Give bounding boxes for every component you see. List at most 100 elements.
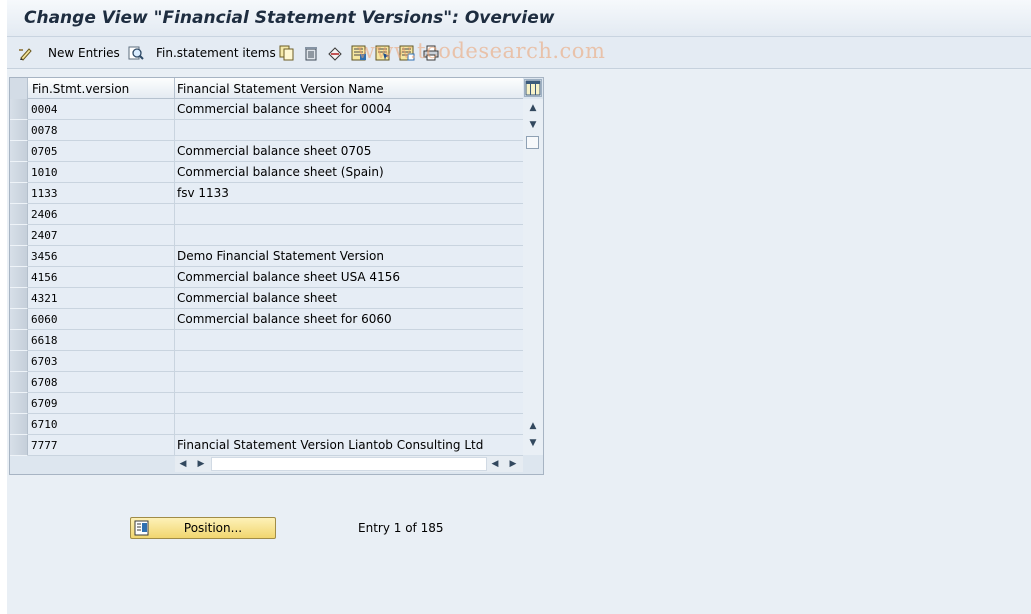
- cell-fin-stmt-version[interactable]: 1010: [28, 162, 175, 183]
- row-selector[interactable]: [10, 120, 28, 141]
- column-configuration-button[interactable]: [524, 79, 542, 97]
- delete-button[interactable]: [303, 43, 319, 63]
- new-entries-label: New Entries: [48, 46, 120, 60]
- scroll-left-end-icon[interactable]: ◀: [489, 458, 501, 470]
- table-row[interactable]: 6703: [10, 351, 523, 372]
- cell-fin-stmt-version[interactable]: 0004: [28, 99, 175, 120]
- scroll-down-icon[interactable]: ▼: [527, 119, 539, 131]
- scroll-right-end-icon[interactable]: ▶: [507, 458, 519, 470]
- cell-fin-stmt-version[interactable]: 2407: [28, 225, 175, 246]
- column-header-fin-stmt-version[interactable]: Fin.Stmt.version: [28, 78, 175, 99]
- cell-fin-stmt-version[interactable]: 6618: [28, 330, 175, 351]
- table-row[interactable]: 1133 fsv 1133: [10, 183, 523, 204]
- scroll-page-down-icon[interactable]: ▼: [527, 437, 539, 449]
- cell-fsv-name[interactable]: [175, 414, 523, 435]
- cell-fin-stmt-version[interactable]: 4156: [28, 267, 175, 288]
- scroll-up-icon[interactable]: ▲: [527, 102, 539, 114]
- cell-fsv-name[interactable]: Demo Financial Statement Version: [175, 246, 523, 267]
- table-row[interactable]: 6060 Commercial balance sheet for 6060: [10, 309, 523, 330]
- column-header-fsv-name[interactable]: Financial Statement Version Name: [175, 78, 523, 99]
- table-row[interactable]: 6710: [10, 414, 523, 435]
- cell-fsv-name[interactable]: [175, 351, 523, 372]
- scroll-left-icon[interactable]: ◀: [177, 458, 189, 470]
- cell-fsv-name[interactable]: [175, 120, 523, 141]
- cell-fin-stmt-version[interactable]: 7777: [28, 435, 175, 456]
- cell-fin-stmt-version[interactable]: 1133: [28, 183, 175, 204]
- cell-fin-stmt-version[interactable]: 4321: [28, 288, 175, 309]
- details-button[interactable]: [128, 43, 144, 63]
- cell-fin-stmt-version[interactable]: 0078: [28, 120, 175, 141]
- row-selector[interactable]: [10, 246, 28, 267]
- cell-fin-stmt-version[interactable]: 2406: [28, 204, 175, 225]
- cell-fsv-name[interactable]: [175, 330, 523, 351]
- row-selector[interactable]: [10, 204, 28, 225]
- table-row[interactable]: 3456 Demo Financial Statement Version: [10, 246, 523, 267]
- scroll-page-up-icon[interactable]: ▲: [527, 420, 539, 432]
- cell-fsv-name[interactable]: Financial Statement Version Liantob Cons…: [175, 435, 523, 456]
- row-selector[interactable]: [10, 288, 28, 309]
- cell-fsv-name[interactable]: [175, 393, 523, 414]
- cell-fsv-name[interactable]: Commercial balance sheet: [175, 288, 523, 309]
- row-selector[interactable]: [10, 393, 28, 414]
- cell-fsv-name[interactable]: [175, 225, 523, 246]
- cell-fin-stmt-version[interactable]: 3456: [28, 246, 175, 267]
- cell-fsv-name[interactable]: Commercial balance sheet 0705: [175, 141, 523, 162]
- position-icon: [134, 520, 149, 536]
- copy-as-button[interactable]: [279, 43, 295, 63]
- table-row[interactable]: 2406: [10, 204, 523, 225]
- page-title: Change View "Financial Statement Version…: [24, 8, 555, 28]
- undo-change-button[interactable]: [327, 43, 343, 63]
- horizontal-scrollbar[interactable]: ◀ ▶ ◀ ▶: [175, 456, 523, 472]
- table-row[interactable]: 6709: [10, 393, 523, 414]
- cell-fsv-name[interactable]: [175, 372, 523, 393]
- cell-fsv-name[interactable]: [175, 204, 523, 225]
- change-display-button[interactable]: [18, 43, 34, 63]
- row-selector[interactable]: [10, 309, 28, 330]
- table-row[interactable]: 7777 Financial Statement Version Liantob …: [10, 435, 523, 456]
- row-selector[interactable]: [10, 414, 28, 435]
- row-selector[interactable]: [10, 225, 28, 246]
- row-selector[interactable]: [10, 141, 28, 162]
- scroll-right-icon[interactable]: ▶: [195, 458, 207, 470]
- row-selector[interactable]: [10, 183, 28, 204]
- row-selector[interactable]: [10, 351, 28, 372]
- cell-fsv-name[interactable]: Commercial balance sheet (Spain): [175, 162, 523, 183]
- new-entries-button[interactable]: New Entries: [48, 43, 120, 63]
- table-row[interactable]: 0004 Commercial balance sheet for 0004: [10, 99, 523, 120]
- cell-fin-stmt-version[interactable]: 6703: [28, 351, 175, 372]
- cell-fin-stmt-version[interactable]: 6060: [28, 309, 175, 330]
- table-row[interactable]: 1010 Commercial balance sheet (Spain): [10, 162, 523, 183]
- table-row[interactable]: 0078: [10, 120, 523, 141]
- change-icon: [19, 48, 32, 61]
- cell-fsv-name[interactable]: Commercial balance sheet USA 4156: [175, 267, 523, 288]
- scroll-thumb[interactable]: [526, 136, 539, 149]
- delete-icon: [305, 47, 317, 61]
- cell-fin-stmt-version[interactable]: 0705: [28, 141, 175, 162]
- row-selector[interactable]: [10, 330, 28, 351]
- row-selector[interactable]: [10, 162, 28, 183]
- table-row[interactable]: 6708: [10, 372, 523, 393]
- cell-fsv-name[interactable]: Commercial balance sheet for 6060: [175, 309, 523, 330]
- cell-fin-stmt-version[interactable]: 6708: [28, 372, 175, 393]
- cell-fin-stmt-version[interactable]: 6709: [28, 393, 175, 414]
- row-selector[interactable]: [10, 99, 28, 120]
- cell-fsv-name[interactable]: Commercial balance sheet for 0004: [175, 99, 523, 120]
- watermark: www.tcodesearch.com: [357, 39, 606, 63]
- cell-fsv-name[interactable]: fsv 1133: [175, 183, 523, 204]
- row-selector[interactable]: [10, 267, 28, 288]
- row-selector[interactable]: [10, 372, 28, 393]
- undo-icon: [328, 47, 342, 61]
- table-row[interactable]: 6618: [10, 330, 523, 351]
- vertical-scrollbar[interactable]: ▲ ▼ ▲ ▼: [523, 99, 543, 455]
- table-settings-icon: [525, 80, 541, 96]
- cell-fin-stmt-version[interactable]: 6710: [28, 414, 175, 435]
- table-row[interactable]: 4156 Commercial balance sheet USA 4156: [10, 267, 523, 288]
- table-row[interactable]: 4321 Commercial balance sheet: [10, 288, 523, 309]
- fin-statement-items-button[interactable]: Fin.statement items: [156, 43, 276, 63]
- horizontal-scroll-track[interactable]: [211, 457, 487, 471]
- select-all-rows-cell[interactable]: [10, 78, 28, 99]
- row-selector[interactable]: [10, 435, 28, 456]
- table-row[interactable]: 2407: [10, 225, 523, 246]
- position-button[interactable]: Position...: [130, 517, 276, 539]
- table-row[interactable]: 0705 Commercial balance sheet 0705: [10, 141, 523, 162]
